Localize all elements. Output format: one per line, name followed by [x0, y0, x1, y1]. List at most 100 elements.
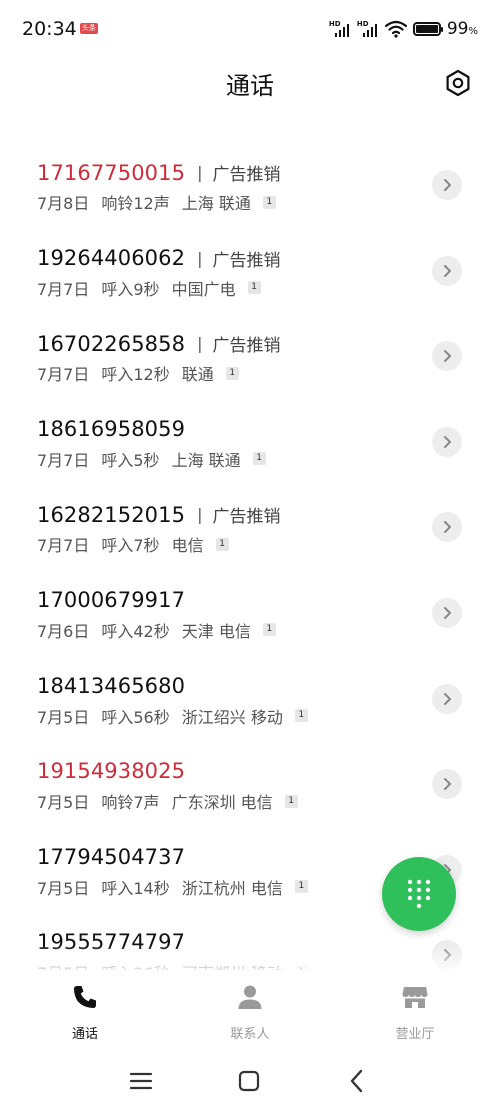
dialpad-icon	[407, 879, 431, 909]
call-number-line: 19154938025	[37, 759, 185, 783]
chevron-right-icon	[444, 692, 451, 705]
call-list-item[interactable]: 18616958059 7月7日 呼入5秒 上海 联通 1	[0, 387, 500, 473]
tag-separator: |	[197, 248, 203, 268]
call-number-line: 18616958059	[37, 417, 185, 441]
call-info: 呼入14秒	[101, 878, 170, 898]
call-location: 广东深圳 电信	[171, 793, 273, 813]
sim-badge: 1	[247, 281, 261, 295]
call-list-item[interactable]: 17167750015 | 广告推销 7月8日 响铃12声 上海 联通 1	[0, 130, 500, 216]
call-number: 17794504737	[37, 844, 186, 869]
person-icon	[238, 985, 262, 1009]
battery-text: 99%	[447, 19, 478, 39]
menu-icon[interactable]	[128, 1068, 154, 1094]
call-detail-button[interactable]	[432, 426, 462, 457]
chevron-right-icon	[444, 606, 451, 619]
call-detail-button[interactable]	[432, 769, 462, 800]
phone-icon	[74, 986, 96, 1008]
settings-hexagon-icon[interactable]	[444, 69, 472, 97]
call-number-line: 17794504737	[37, 845, 185, 869]
call-info: 呼入7秒	[101, 536, 160, 556]
home-icon[interactable]	[236, 1068, 262, 1094]
call-info: 呼入5秒	[101, 450, 160, 470]
call-location: 联通	[181, 365, 214, 385]
call-list-item[interactable]: 19264406062 | 广告推销 7月7日 呼入9秒 中国广电 1	[0, 216, 500, 302]
call-number-line: 16702265858 | 广告推销	[37, 331, 281, 357]
call-detail: 7月5日 呼入56秒 浙江绍兴 移动 1	[37, 704, 320, 728]
sim-badge: 1	[225, 366, 239, 380]
call-number-line: 19264406062 | 广告推销	[37, 246, 280, 271]
sim-badge: 1	[252, 452, 266, 466]
call-detail-button[interactable]	[432, 597, 462, 628]
call-tag: 广告推销	[212, 165, 281, 185]
call-list-item[interactable]: 16282152015 | 广告推销 7月7日 呼入7秒 电信 1	[0, 472, 500, 558]
call-detail: 7月7日 呼入7秒 电信 1	[37, 532, 241, 556]
call-number-line: 18413465680	[37, 674, 185, 698]
call-date: 7月5日	[37, 707, 90, 727]
call-info: 呼入56秒	[101, 707, 170, 727]
call-info: 响铃7声	[101, 793, 160, 813]
chevron-right-icon	[444, 778, 451, 791]
call-number: 19264406062	[37, 246, 186, 271]
call-location: 上海 联通	[171, 450, 241, 470]
call-number-line: 16282152015 | 广告推销	[37, 502, 280, 528]
chevron-right-icon	[444, 435, 451, 448]
chevron-right-icon	[444, 350, 451, 363]
call-date: 7月7日	[37, 279, 90, 299]
call-number: 19154938025	[37, 759, 186, 784]
tab-store[interactable]: 营业厅	[355, 983, 475, 1042]
sim-badge: 1	[215, 537, 229, 551]
call-number: 17167750015	[37, 160, 186, 185]
call-detail-button[interactable]	[432, 255, 462, 286]
battery-unit: %	[468, 26, 478, 37]
call-detail-button[interactable]	[432, 512, 462, 543]
tab-contacts[interactable]: 联系人	[190, 983, 310, 1042]
call-tag: 广告推销	[212, 336, 281, 357]
store-icon	[402, 987, 428, 1008]
call-date: 7月5日	[37, 878, 90, 898]
tag-separator: |	[197, 163, 203, 182]
call-location: 天津 电信	[181, 621, 251, 641]
call-number: 18616958059	[37, 416, 186, 441]
call-list-item[interactable]: 17000679917 7月6日 呼入42秒 天津 电信 1	[0, 558, 500, 644]
call-list-item[interactable]: 19154938025 7月5日 响铃7声 广东深圳 电信 1	[0, 729, 500, 815]
chevron-right-icon	[444, 264, 451, 277]
call-detail-button[interactable]	[432, 170, 462, 200]
call-number-line: 17167750015 | 广告推销	[37, 160, 281, 186]
call-number: 18413465680	[37, 673, 186, 698]
list-fade	[0, 945, 500, 975]
call-info: 呼入9秒	[101, 279, 160, 299]
call-tag: 广告推销	[212, 250, 281, 271]
call-number-line: 17000679917	[37, 588, 185, 612]
tab-calls[interactable]: 通话	[25, 983, 145, 1042]
tab-contacts-label: 联系人	[230, 1027, 270, 1042]
call-detail-button[interactable]	[432, 683, 462, 714]
call-detail: 7月5日 呼入14秒 浙江杭州 电信 1	[37, 875, 320, 899]
call-detail: 7月7日 呼入12秒 联通 1	[37, 361, 251, 385]
battery-fill	[415, 25, 438, 33]
sim-badge: 1	[262, 623, 276, 637]
call-number: 17000679917	[37, 587, 186, 612]
call-location: 电信	[171, 536, 204, 556]
call-list-item[interactable]: 18413465680 7月5日 呼入56秒 浙江绍兴 移动 1	[0, 644, 500, 730]
sim-badge: 1	[284, 794, 298, 808]
battery-icon	[412, 22, 443, 36]
battery-percent: 99	[446, 19, 469, 39]
call-location: 浙江杭州 电信	[181, 878, 283, 898]
call-date: 7月7日	[37, 536, 90, 556]
call-list-item[interactable]: 16702265858 | 广告推销 7月7日 呼入12秒 联通 1	[0, 301, 500, 387]
call-date: 7月6日	[37, 621, 90, 641]
signal-hd-icon: HD	[357, 20, 379, 38]
dialpad-button[interactable]	[382, 857, 456, 931]
wifi-icon	[384, 20, 407, 38]
back-icon[interactable]	[344, 1068, 370, 1094]
call-info: 呼入12秒	[101, 365, 170, 385]
status-bar: 20:34 头条 HD HD 99%	[0, 0, 500, 58]
bottom-nav: 通话 联系人 营业厅	[0, 975, 500, 1042]
tag-separator: |	[197, 505, 203, 525]
call-detail: 7月7日 呼入5秒 上海 联通 1	[37, 447, 278, 471]
call-detail-button[interactable]	[432, 341, 462, 372]
call-detail: 7月6日 呼入42秒 天津 电信 1	[37, 618, 288, 642]
call-location: 浙江绍兴 移动	[181, 707, 283, 727]
call-info: 呼入42秒	[101, 621, 170, 641]
call-detail: 7月7日 呼入9秒 中国广电 1	[37, 276, 273, 300]
